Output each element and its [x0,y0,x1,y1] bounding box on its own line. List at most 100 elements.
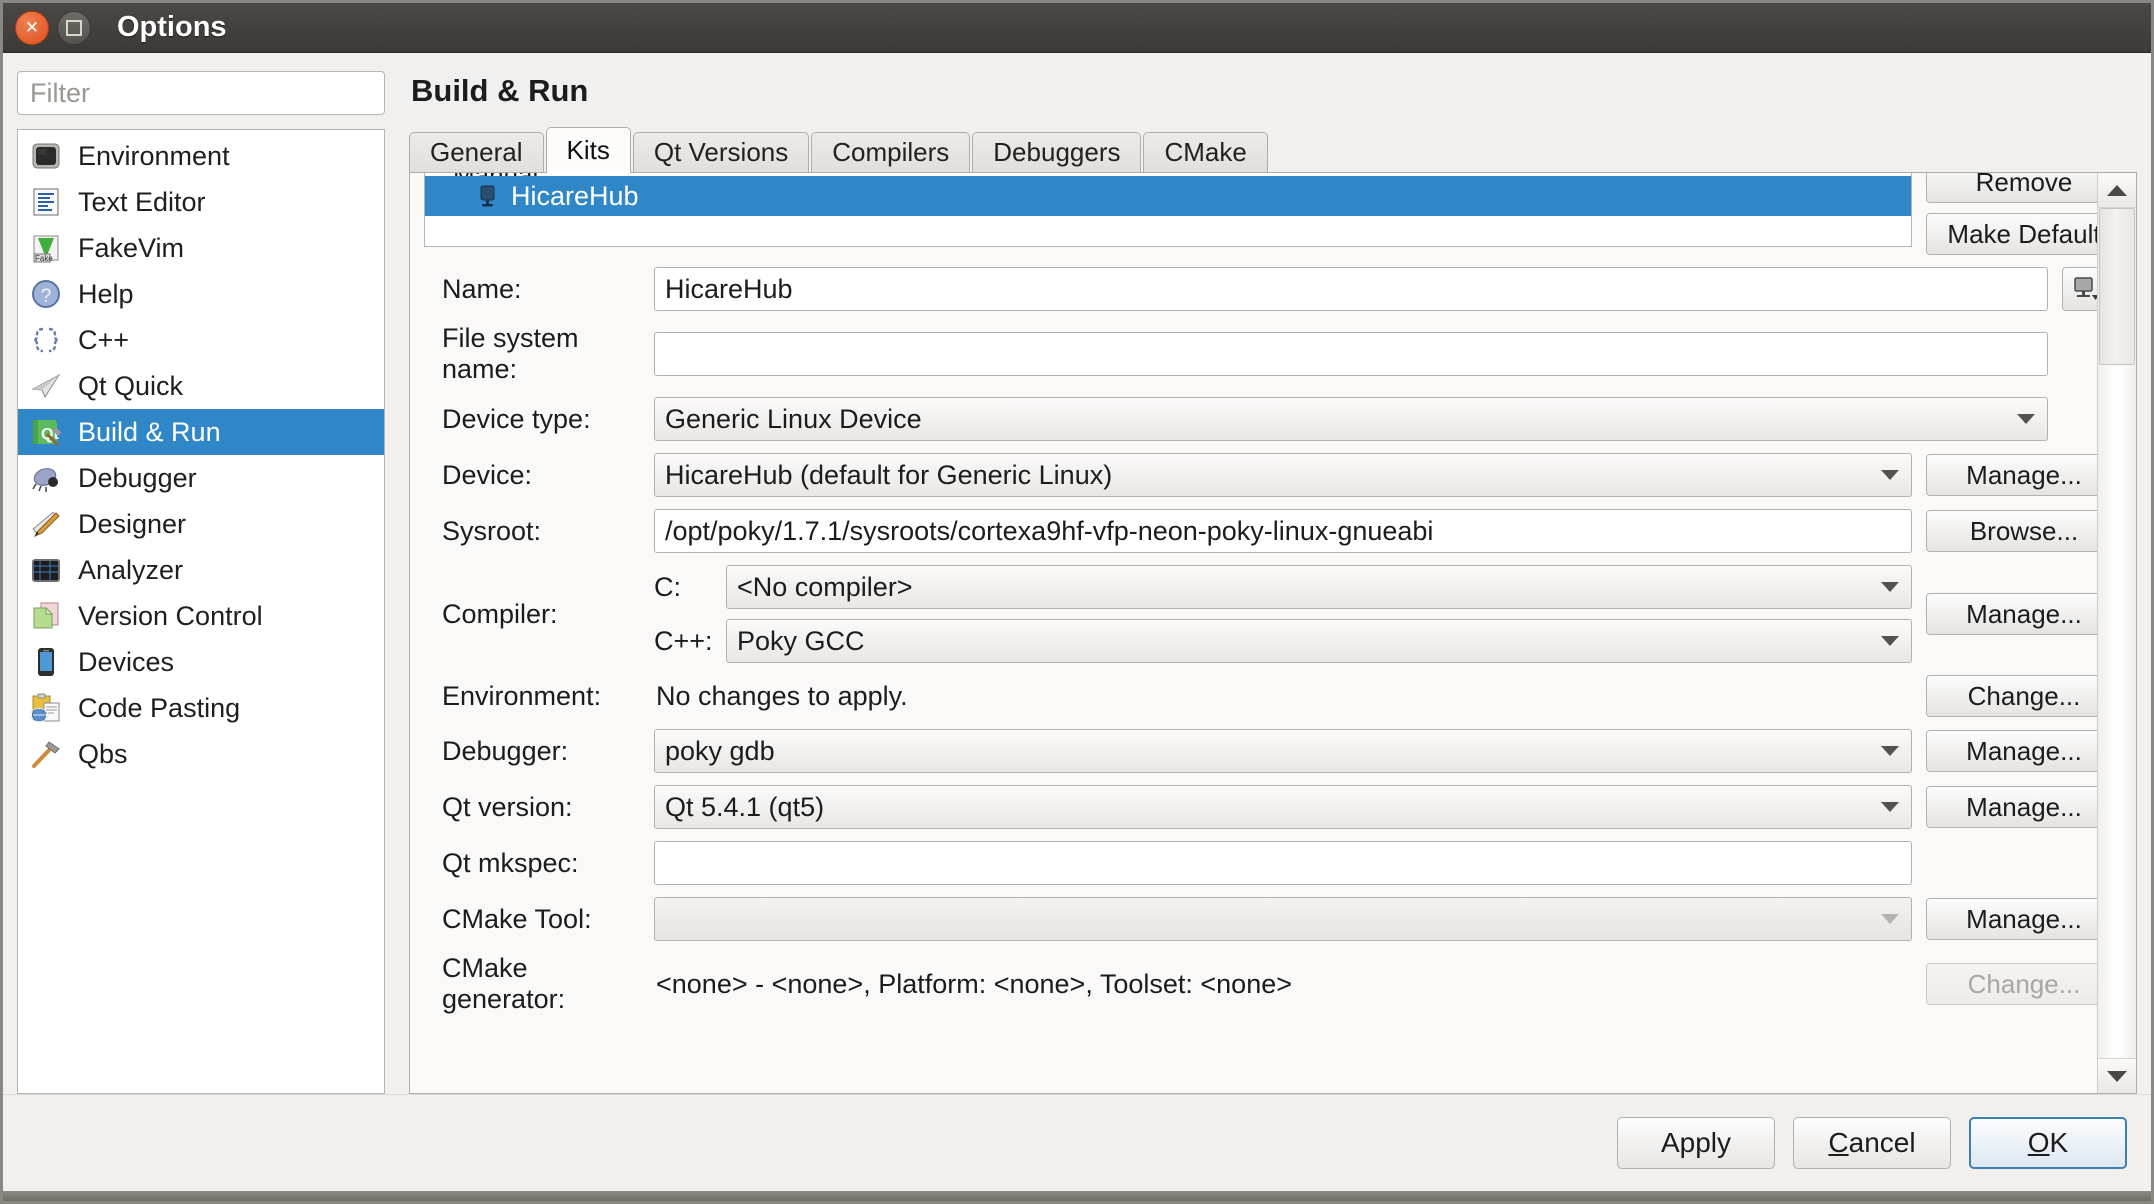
tab-label: General [430,137,523,167]
sysroot-input[interactable]: /opt/poky/1.7.1/sysroots/cortexa9hf-vfp-… [654,509,1912,553]
sidebar-item-code-pasting[interactable]: Code Pasting [18,685,384,731]
device-type-select[interactable]: Generic Linux Device [654,397,2048,441]
cancel-button[interactable]: Cancel [1793,1117,1951,1169]
qt-version-manage-button[interactable]: Manage... [1926,786,2122,828]
category-list[interactable]: Environment Text Editor Fake FakeVim ? H… [17,129,385,1094]
row-compiler: Compiler: C: <No compiler> C++: Poky GCC… [424,565,2122,663]
main-pane: Build & Run General Kits Qt Versions Com… [399,71,2137,1094]
filter-input[interactable] [17,71,385,115]
tab-kits[interactable]: Kits [545,127,631,173]
compiler-label: Compiler: [442,598,558,629]
cancel-label-rest: ancel [1848,1127,1916,1158]
row-cmake-generator: CMake generator: <none> - <none>, Platfo… [424,953,2122,1015]
sidebar-item-label: Qbs [78,738,128,769]
kits-panel: Manual: HicareHub [409,173,2137,1094]
chevron-down-icon [1881,636,1899,646]
sidebar-item-label: FakeVim [78,232,185,263]
sidebar-item-environment[interactable]: Environment [18,133,384,179]
compiler-cxx-select[interactable]: Poky GCC [726,619,1912,663]
sidebar-item-version-control[interactable]: Version Control [18,593,384,639]
sidebar-item-designer[interactable]: Designer [18,501,384,547]
qt-version-select[interactable]: Qt 5.4.1 (qt5) [654,785,1912,829]
analyzer-icon [28,552,64,588]
cmake-tool-select[interactable] [654,897,1912,941]
row-name: Name: HicareHub [424,267,2122,311]
chevron-down-icon [1881,582,1899,592]
qt-mkspec-input[interactable] [654,841,1912,885]
sidebar-item-label: Help [78,278,134,309]
compiler-c-label: C: [654,571,681,602]
sidebar-item-text-editor[interactable]: Text Editor [18,179,384,225]
device-type-label: Device type: [442,403,591,434]
sidebar-item-fakevim[interactable]: Fake FakeVim [18,225,384,271]
tab-label: Qt Versions [653,137,789,167]
sidebar-item-devices[interactable]: Devices [18,639,384,685]
scrollbar-thumb[interactable] [2099,208,2135,365]
tab-qt-versions[interactable]: Qt Versions [632,132,810,172]
tab-compilers[interactable]: Compilers [811,132,971,172]
fakevim-icon: Fake [28,230,64,266]
name-input[interactable]: HicareHub [654,267,2048,311]
ok-button[interactable]: OK [1969,1117,2127,1169]
sidebar-item-label: Designer [78,508,187,539]
apply-button[interactable]: Apply [1617,1117,1775,1169]
remove-button[interactable]: Remove [1926,173,2122,203]
tab-label: Compilers [832,137,950,167]
sidebar-item-debugger[interactable]: Debugger [18,455,384,501]
compiler-c-select[interactable]: <No compiler> [726,565,1912,609]
tab-general[interactable]: General [409,132,544,172]
qbs-icon [28,736,64,772]
chevron-down-icon [2107,1070,2127,1082]
sidebar-item-label: Analyzer [78,554,184,585]
scroll-up-button[interactable] [2098,173,2136,208]
debugger-icon [28,460,64,496]
cmake-generator-value: <none> - <none>, Platform: <none>, Tools… [656,968,1292,999]
file-system-name-input[interactable] [654,332,2048,376]
device-type-value: Generic Linux Device [665,403,922,434]
dialog-body: Environment Text Editor [3,53,2151,1094]
qt-version-value: Qt 5.4.1 (qt5) [665,791,825,822]
make-default-button[interactable]: Make Default [1926,213,2122,255]
sidebar-item-analyzer[interactable]: Analyzer [18,547,384,593]
row-device: Device: HicareHub (default for Generic L… [424,453,2122,497]
row-qt-mkspec: Qt mkspec: [424,841,2122,885]
environment-change-button[interactable]: Change... [1926,675,2122,717]
device-select[interactable]: HicareHub (default for Generic Linux) [654,453,1912,497]
window-bottom-strip [3,1191,2151,1201]
sidebar-item-label: Build & Run [78,416,221,447]
qt-quick-icon [28,368,64,404]
cmake-tool-manage-button[interactable]: Manage... [1926,898,2122,940]
tab-cmake[interactable]: CMake [1143,132,1268,172]
kit-list-buttons: Remove Make Default [1926,173,2122,255]
row-device-type: Device type: Generic Linux Device [424,397,2122,441]
tab-debuggers[interactable]: Debuggers [972,132,1142,172]
desktop-device-icon [475,183,501,209]
qt-version-label: Qt version: [442,791,573,822]
scroll-down-button[interactable] [2098,1058,2136,1093]
tab-bar: General Kits Qt Versions Compilers Debug… [409,127,2137,173]
cmake-tool-label: CMake Tool: [442,903,592,934]
chevron-up-icon [2107,184,2127,196]
vertical-scrollbar[interactable] [2097,173,2136,1093]
sidebar-item-build-and-run[interactable]: Qt Build & Run [18,409,384,455]
sysroot-browse-button[interactable]: Browse... [1926,510,2122,552]
maximize-icon[interactable] [57,10,91,45]
row-file-system-name: File system name: [424,323,2122,385]
sidebar-item-help[interactable]: ? Help [18,271,384,317]
device-manage-button[interactable]: Manage... [1926,454,2122,496]
sidebar-item-cpp[interactable]: C++ [18,317,384,363]
kit-list[interactable]: Manual: HicareHub [424,173,1912,247]
kit-list-item-hicarehub[interactable]: HicareHub [425,176,1911,216]
debugger-select[interactable]: poky gdb [654,729,1912,773]
page-title: Build & Run [411,73,589,108]
sidebar-item-label: Code Pasting [78,692,241,723]
scrollbar-track[interactable] [2098,208,2136,1058]
kit-list-item-label: HicareHub [511,180,639,211]
sidebar-item-qt-quick[interactable]: Qt Quick [18,363,384,409]
debugger-manage-button[interactable]: Manage... [1926,730,2122,772]
close-icon[interactable]: ✕ [15,10,49,45]
sidebar-item-qbs[interactable]: Qbs [18,731,384,777]
compiler-manage-button[interactable]: Manage... [1926,593,2122,635]
category-sidebar: Environment Text Editor [17,71,385,1094]
cmake-generator-label: CMake generator: [442,953,566,1014]
